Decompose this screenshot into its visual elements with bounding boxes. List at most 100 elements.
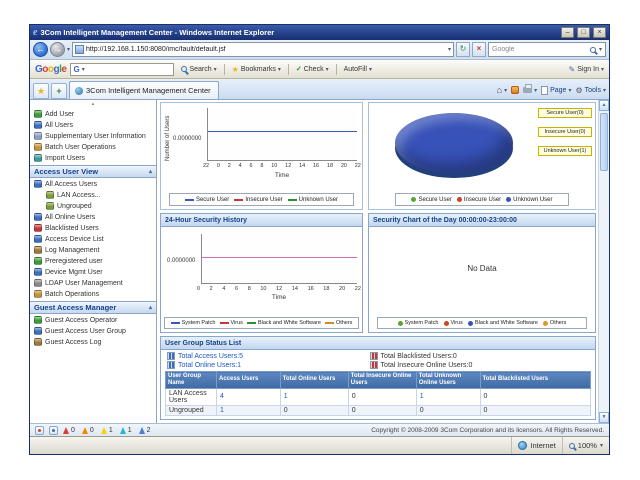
alarm-count[interactable]: 1 [120,427,132,434]
favorites-button[interactable]: ★ [33,83,49,99]
sidebar-item[interactable]: Supplementary User Information [30,131,156,142]
history-dropdown-icon[interactable]: ▾ [67,46,70,53]
tick-label: 22 [203,163,209,169]
tab-3com-imc[interactable]: 3Com Intelligent Management Center [69,81,219,99]
google-search-input[interactable] [87,66,172,73]
scroll-down-button[interactable]: ▼ [599,412,609,423]
sidebar-item[interactable]: Preregistered user [30,256,156,267]
alarm-indicator-icon[interactable] [35,426,44,435]
cell-group-name[interactable]: Ungrouped [166,405,217,415]
sidebar-item[interactable]: Guest Access User Group [30,326,156,337]
google-g-icon[interactable]: G [73,65,79,74]
sidebar-item-label: Import Users [45,154,85,163]
add-favorite-button[interactable]: + [51,83,67,99]
sign-in-button[interactable]: ✎ Sign In ▾ [568,65,604,74]
sidebar-scroll-up[interactable]: ▴ [30,100,156,108]
sidebar-item[interactable]: Blacklisted Users [30,223,156,234]
summary-label[interactable]: Total Online Users:1 [178,362,241,369]
page-menu-button[interactable]: Page▾ [541,86,571,95]
search-box[interactable]: ▾ [488,42,606,57]
cell-group-name[interactable]: LAN Access Users [166,388,217,405]
google-search-field[interactable]: G ▾ [70,63,174,76]
dropdown-icon[interactable]: ▾ [326,66,329,73]
cell-online-users[interactable]: 1 [280,388,348,405]
section-access-user-view[interactable]: Access User View ▴ [30,165,156,178]
check-button[interactable]: ✓ Check ▾ [293,64,332,74]
sidebar-item[interactable]: Batch Operations [30,289,156,300]
sidebar-item[interactable]: LAN Access... [30,190,156,201]
summary-label[interactable]: Total Insecure Online Users:0 [381,362,473,369]
summary-label[interactable]: Total Blacklisted Users:0 [381,353,457,360]
dropdown-icon[interactable]: ▾ [534,87,537,94]
google-search-button[interactable]: Search ▾ [178,65,219,74]
alarm-sound-icon[interactable] [49,426,58,435]
cell-blacklisted[interactable]: 0 [480,405,591,415]
table-row[interactable]: Ungrouped 1 0 0 0 0 [166,405,591,415]
dropdown-icon[interactable]: ▾ [601,66,604,73]
alarm-count[interactable]: 0 [63,427,75,434]
maximize-button[interactable]: □ [577,27,590,38]
title-bar[interactable]: e 3Com Intelligent Management Center - W… [30,25,609,40]
sidebar-item[interactable]: Ungrouped [30,201,156,212]
close-button[interactable]: × [593,27,606,38]
cell-access-users[interactable]: 1 [217,405,281,415]
alarm-count[interactable]: 2 [139,427,151,434]
url-dropdown-icon[interactable]: ▾ [448,46,451,53]
collapse-icon[interactable]: ▴ [149,168,152,175]
section-guest-access-manager[interactable]: Guest Access Manager ▴ [30,301,156,314]
search-dropdown-icon[interactable]: ▾ [599,46,602,53]
home-button[interactable]: ⌂▾ [497,85,507,95]
cell-insecure-online[interactable]: 0 [348,388,416,405]
tools-menu-button[interactable]: ⚙Tools▾ [575,86,606,95]
sidebar-item[interactable]: Add User [30,109,156,120]
bookmarks-button[interactable]: ★ Bookmarks ▾ [229,64,284,75]
legend-label: Secure User [196,197,229,203]
cell-blacklisted[interactable]: 0 [480,388,591,405]
dropdown-icon[interactable]: ▾ [600,442,603,449]
url-input[interactable] [86,46,446,53]
autofill-button[interactable]: AutoFill ▾ [341,65,375,74]
search-icon[interactable] [590,47,596,53]
feeds-button[interactable] [511,86,519,94]
cell-online-users[interactable]: 0 [280,405,348,415]
search-input[interactable] [492,46,587,53]
cell-unknown-online[interactable]: 0 [416,405,480,415]
sidebar-item[interactable]: Device Mgmt User [30,267,156,278]
dropdown-icon[interactable]: ▾ [568,87,571,94]
forward-button[interactable]: → [50,42,65,57]
stop-button[interactable]: × [472,42,486,57]
sidebar-item[interactable]: All Online Users [30,212,156,223]
refresh-button[interactable]: ↻ [456,42,470,57]
cell-insecure-online[interactable]: 0 [348,405,416,415]
url-box[interactable]: ▾ [72,42,454,57]
summary-label[interactable]: Total Access Users:5 [178,353,243,360]
cell-access-users[interactable]: 4 [217,388,281,405]
scroll-up-button[interactable]: ▲ [599,100,609,111]
cell-unknown-online[interactable]: 1 [416,388,480,405]
sidebar-item[interactable]: Batch User Operations [30,142,156,153]
sidebar-item[interactable]: LDAP User Management [30,278,156,289]
sidebar-item[interactable]: Import Users [30,153,156,164]
sidebar-item[interactable]: Access Device List [30,234,156,245]
sidebar-item[interactable]: Guest Access Operator [30,315,156,326]
sidebar-item[interactable]: Log Management [30,245,156,256]
sidebar-item[interactable]: All Access Users [30,179,156,190]
back-button[interactable]: ← [33,42,48,57]
alarm-count[interactable]: 0 [82,427,94,434]
g-dropdown-icon[interactable]: ▾ [82,66,85,73]
table-row[interactable]: LAN Access Users 4 1 0 1 0 [166,388,591,405]
scrollbar-thumb[interactable] [600,113,608,171]
sidebar-item[interactable]: Guest Access Log [30,337,156,348]
sidebar-item[interactable]: All Users [30,120,156,131]
dropdown-icon[interactable]: ▾ [504,87,507,94]
print-button[interactable]: ▾ [523,87,537,94]
dropdown-icon[interactable]: ▾ [603,87,606,94]
collapse-icon[interactable]: ▴ [149,304,152,311]
dropdown-icon[interactable]: ▾ [278,66,281,73]
vertical-scrollbar[interactable]: ▲ ▼ [598,100,609,423]
zoom-control[interactable]: 100% ▾ [563,437,609,454]
dropdown-icon[interactable]: ▾ [369,66,372,73]
minimize-button[interactable]: – [561,27,574,38]
dropdown-icon[interactable]: ▾ [214,66,217,73]
alarm-count[interactable]: 1 [101,427,113,434]
